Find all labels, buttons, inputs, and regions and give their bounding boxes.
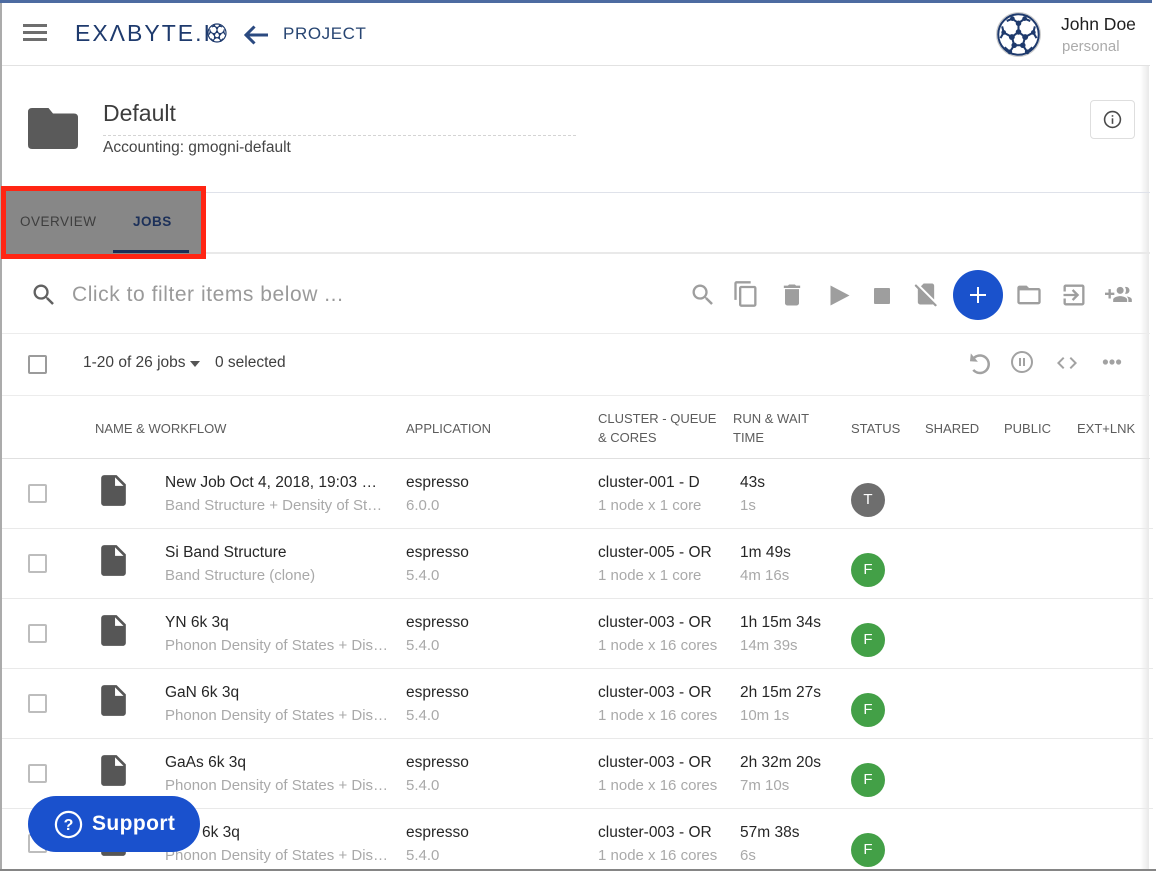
svg-text:?: ? [64, 817, 74, 834]
